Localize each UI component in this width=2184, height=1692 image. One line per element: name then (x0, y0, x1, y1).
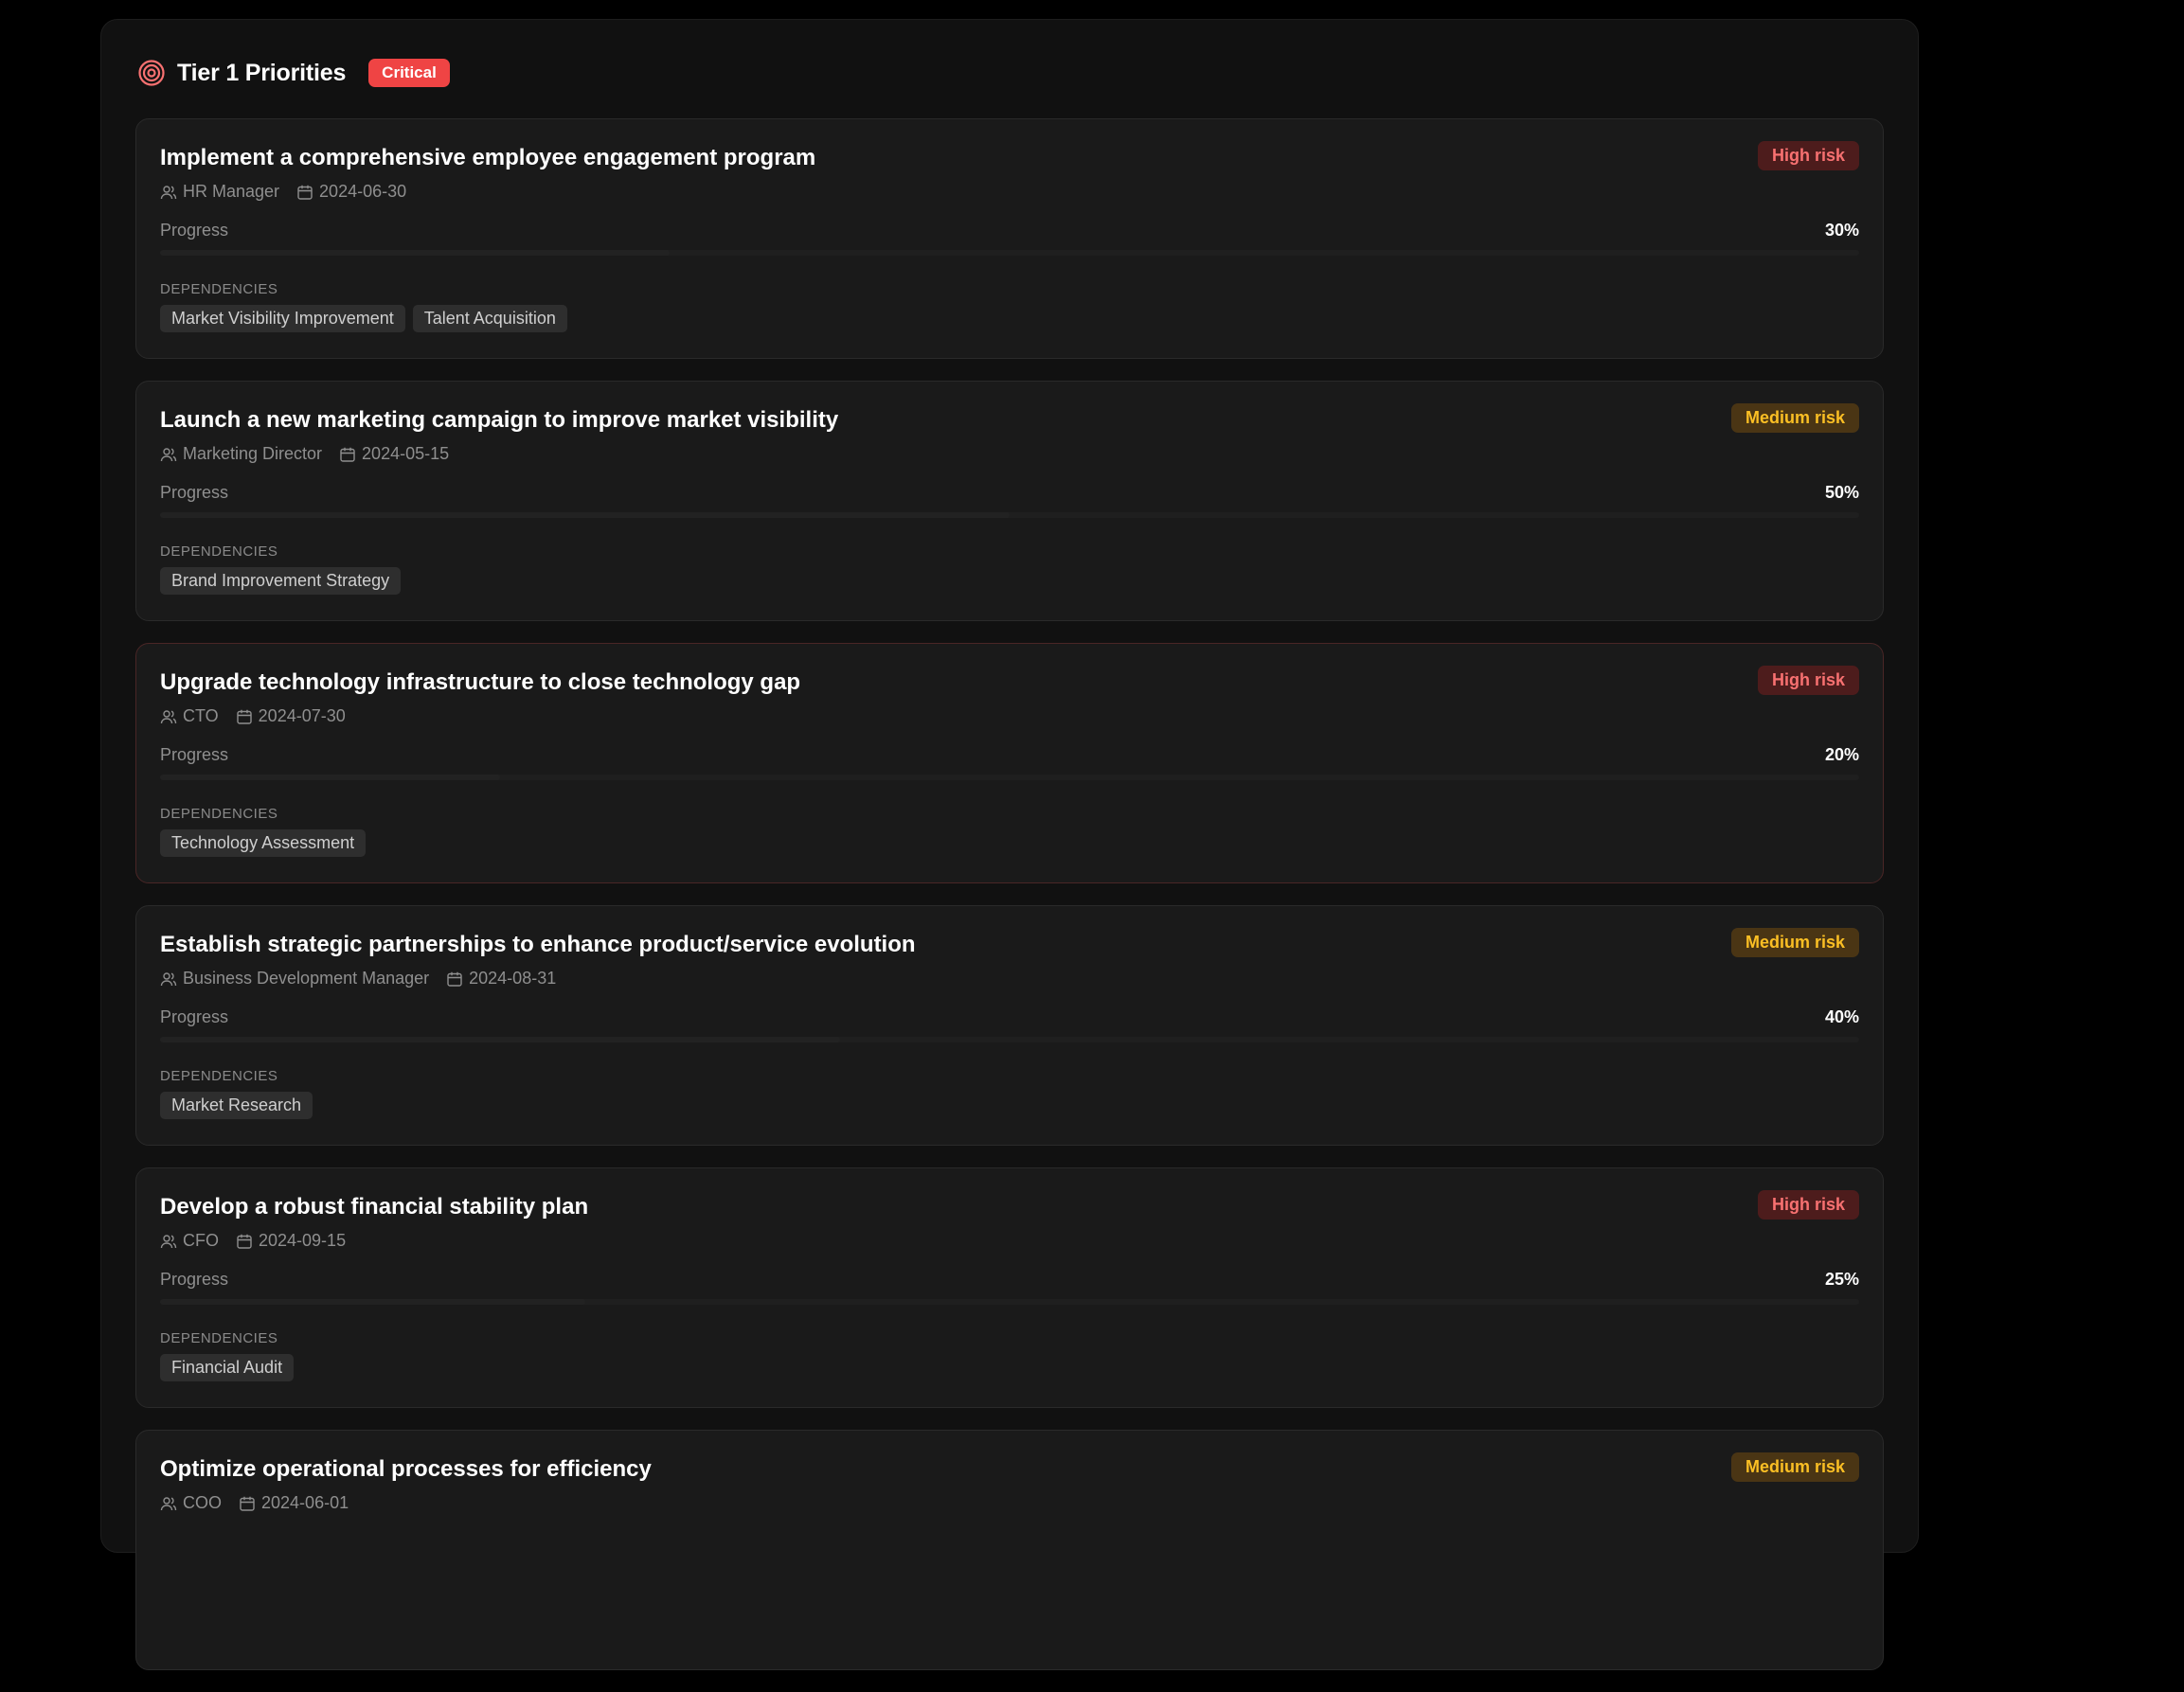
target-icon (137, 59, 166, 87)
dependencies-label: DEPENDENCIES (160, 806, 278, 822)
priority-owner: HR Manager (183, 182, 280, 201)
progress-fill (160, 512, 1010, 518)
priority-meta: COO 2024-06-01 (160, 1493, 349, 1513)
calendar-icon (236, 708, 253, 725)
priority-due-date: 2024-09-15 (259, 1231, 347, 1250)
priority-title: Optimize operational processes for effic… (160, 1456, 652, 1482)
progress-value: 25% (1824, 1270, 1859, 1289)
priority-title: Implement a comprehensive employee engag… (160, 145, 816, 170)
priority-title: Establish strategic partnerships to enha… (160, 932, 916, 957)
dependencies-label: DEPENDENCIES (160, 281, 278, 297)
priority-card[interactable]: Launch a new marketing campaign to impro… (135, 381, 1884, 621)
progress-label: Progress (160, 745, 229, 764)
priority-owner: Marketing Director (183, 444, 323, 463)
users-icon (160, 1233, 177, 1250)
progress-label: Progress (160, 483, 229, 502)
dependency-tag[interactable]: Technology Assessment (160, 829, 367, 857)
priority-title: Develop a robust financial stability pla… (160, 1194, 589, 1220)
risk-badge: High risk (1757, 141, 1859, 170)
priority-card[interactable]: Develop a robust financial stability pla… (135, 1167, 1884, 1408)
priority-owner: COO (183, 1493, 223, 1512)
priority-due-date: 2024-06-30 (319, 182, 407, 201)
priority-owner: Business Development Manager (183, 969, 430, 988)
progress-value: 30% (1824, 221, 1859, 240)
section-title: Tier 1 Priorities (177, 59, 347, 86)
priority-card[interactable]: Establish strategic partnerships to enha… (135, 905, 1884, 1146)
dependency-tag[interactable]: Market Research (160, 1092, 313, 1119)
risk-badge: Medium risk (1730, 928, 1859, 957)
users-icon (160, 708, 177, 725)
calendar-icon (236, 1233, 253, 1250)
users-icon (160, 1495, 177, 1512)
priority-card[interactable]: Upgrade technology infrastructure to clo… (135, 643, 1884, 883)
dependencies-label: DEPENDENCIES (160, 543, 278, 560)
priority-owner: CFO (183, 1231, 219, 1250)
priority-due-date: 2024-05-15 (362, 444, 450, 463)
dependencies-label: DEPENDENCIES (160, 1330, 278, 1346)
dependency-list: Financial Audit (160, 1354, 301, 1381)
dependency-tag[interactable]: Talent Acquisition (412, 305, 567, 332)
priority-title: Launch a new marketing campaign to impro… (160, 407, 839, 433)
dependency-list: Market Visibility Improvement Talent Acq… (160, 305, 575, 332)
priority-title: Upgrade technology infrastructure to clo… (160, 669, 801, 695)
progress-value: 40% (1824, 1007, 1859, 1026)
priority-due-date: 2024-06-01 (261, 1493, 349, 1512)
risk-badge: Medium risk (1730, 403, 1859, 433)
progress-label: Progress (160, 1007, 229, 1026)
calendar-icon (296, 184, 313, 201)
progress-bar (160, 1299, 1859, 1305)
progress-fill (160, 250, 671, 256)
dependency-list: Brand Improvement Strategy (160, 567, 408, 595)
calendar-icon (446, 971, 463, 988)
critical-badge: Critical (368, 59, 450, 87)
progress-fill (160, 1037, 840, 1042)
progress-bar (160, 1037, 1859, 1042)
progress-value: 20% (1824, 745, 1859, 764)
users-icon (160, 184, 177, 201)
progress-label: Progress (160, 1270, 229, 1289)
priority-card[interactable]: Implement a comprehensive employee engag… (135, 118, 1884, 359)
dependency-tag[interactable]: Financial Audit (160, 1354, 295, 1381)
users-icon (160, 971, 177, 988)
priority-card[interactable]: Optimize operational processes for effic… (135, 1430, 1884, 1670)
dependency-list: Market Research (160, 1092, 320, 1119)
risk-badge: High risk (1757, 666, 1859, 695)
priority-meta: HR Manager 2024-06-30 (160, 182, 406, 202)
dependency-list: Technology Assessment (160, 829, 373, 857)
priority-list: Implement a comprehensive employee engag… (135, 118, 1884, 1692)
progress-fill (160, 775, 500, 780)
panel-header: Tier 1 Priorities Critical (137, 54, 450, 92)
progress-bar (160, 775, 1859, 780)
progress-fill (160, 1299, 585, 1305)
risk-badge: Medium risk (1730, 1452, 1859, 1482)
dependency-tag[interactable]: Brand Improvement Strategy (160, 567, 402, 595)
priority-meta: CFO 2024-09-15 (160, 1231, 346, 1251)
progress-value: 50% (1824, 483, 1859, 502)
calendar-icon (339, 446, 356, 463)
priority-meta: Business Development Manager 2024-08-31 (160, 969, 556, 988)
tier1-priorities-panel: Tier 1 Priorities Critical Implement a c… (100, 19, 1919, 1670)
dependencies-label: DEPENDENCIES (160, 1068, 278, 1084)
priority-meta: Marketing Director 2024-05-15 (160, 444, 449, 464)
progress-bar (160, 512, 1859, 518)
priority-due-date: 2024-08-31 (469, 969, 557, 988)
users-icon (160, 446, 177, 463)
priority-due-date: 2024-07-30 (258, 706, 346, 725)
dependency-tag[interactable]: Market Visibility Improvement (160, 305, 405, 332)
progress-bar (160, 250, 1859, 256)
calendar-icon (239, 1495, 256, 1512)
risk-badge: High risk (1757, 1190, 1859, 1220)
progress-label: Progress (160, 221, 229, 240)
priority-owner: CTO (183, 706, 219, 725)
priority-meta: CTO 2024-07-30 (160, 706, 346, 726)
